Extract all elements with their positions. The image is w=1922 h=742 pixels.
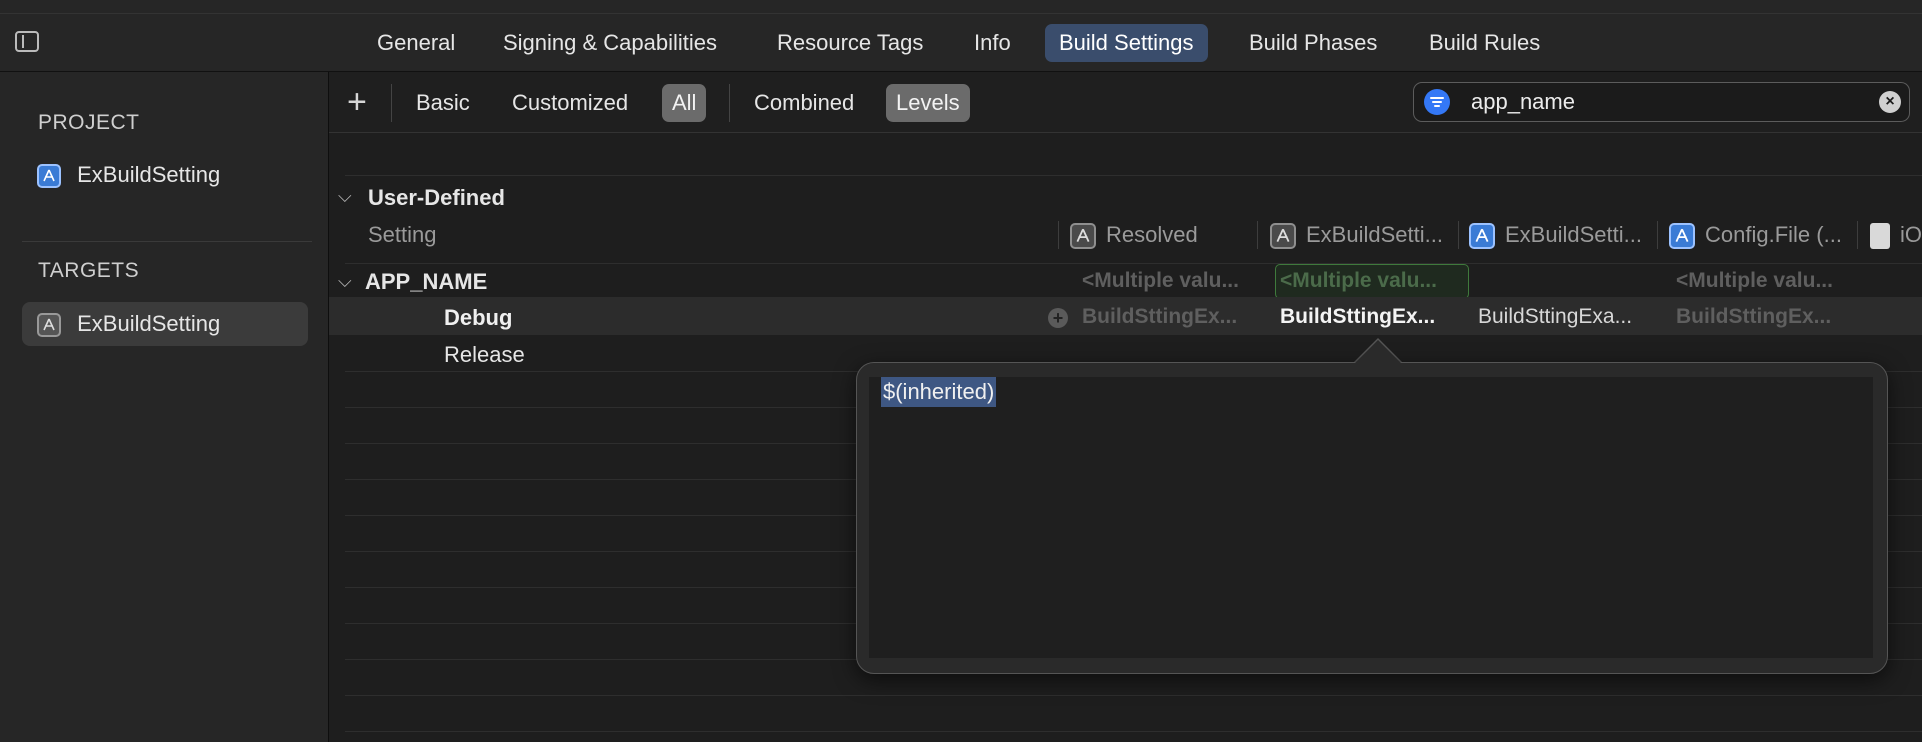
config-debug-label: Debug xyxy=(444,305,513,330)
app-icon xyxy=(37,164,61,189)
sidebar-item-label: ExBuildSetting xyxy=(77,162,221,187)
add-setting-button[interactable]: + xyxy=(347,80,367,124)
tab-signing-capabilities[interactable]: Signing & Capabilities xyxy=(489,24,731,62)
column-label: ExBuildSetti... xyxy=(1505,222,1642,247)
file-icon xyxy=(1870,223,1890,250)
app-icon xyxy=(37,313,61,338)
tab-general[interactable]: General xyxy=(363,24,469,62)
selected-value-text[interactable]: $(inherited) xyxy=(881,377,997,407)
debug-target-value[interactable]: BuildSttingEx... xyxy=(1280,305,1435,329)
filter-combined[interactable]: Combined xyxy=(744,84,864,122)
target-value[interactable]: <Multiple valu... xyxy=(1280,269,1437,293)
column-setting[interactable]: Setting xyxy=(368,222,437,248)
popover-arrow-fill xyxy=(1354,340,1402,364)
column-config-file[interactable]: Config.File (... xyxy=(1669,222,1842,250)
top-divider xyxy=(0,13,1922,14)
row-divider xyxy=(345,731,1922,732)
column-target[interactable]: ExBuildSetti... xyxy=(1270,222,1443,250)
clear-search-icon[interactable]: × xyxy=(1879,91,1901,113)
targets-section-title: TARGETS xyxy=(38,259,140,282)
column-label: ExBuildSetti... xyxy=(1306,222,1443,247)
tab-build-phases[interactable]: Build Phases xyxy=(1235,24,1391,62)
column-resolved[interactable]: Resolved xyxy=(1070,222,1198,250)
filter-levels[interactable]: Levels xyxy=(886,84,970,122)
tab-info[interactable]: Info xyxy=(960,24,1025,62)
column-separator xyxy=(1657,221,1658,249)
column-label: Resolved xyxy=(1106,222,1198,247)
debug-project-value[interactable]: BuildSttingExa... xyxy=(1478,305,1632,329)
debug-resolved-value: BuildSttingEx... xyxy=(1082,305,1238,328)
config-value[interactable]: <Multiple valu... xyxy=(1676,269,1833,293)
tab-build-settings[interactable]: Build Settings xyxy=(1045,24,1208,62)
filter-customized[interactable]: Customized xyxy=(502,84,638,122)
setting-name[interactable]: APP_NAME xyxy=(365,269,487,295)
chevron-down-icon[interactable]: ⌵ xyxy=(338,271,352,292)
filter-icon xyxy=(1424,89,1450,115)
filter-basic[interactable]: Basic xyxy=(406,84,480,122)
filter-separator xyxy=(391,84,392,122)
sidebar-item-label: ExBuildSetting xyxy=(77,311,221,336)
column-separator xyxy=(1257,221,1258,249)
debug-config-value[interactable]: BuildSttingEx... xyxy=(1676,305,1831,329)
sidebar-divider xyxy=(22,241,312,242)
sidebar-item-project[interactable]: ExBuildSetting xyxy=(22,153,308,197)
column-project[interactable]: ExBuildSetti... xyxy=(1469,222,1642,250)
value-editor-textarea[interactable] xyxy=(869,377,1873,658)
sidebar-toggle-icon[interactable] xyxy=(15,31,39,52)
column-separator xyxy=(1058,221,1059,249)
add-condition-icon[interactable]: + xyxy=(1048,308,1068,328)
column-separator xyxy=(1458,221,1459,249)
search-input[interactable]: app_name xyxy=(1471,83,1575,121)
section-title: User-Defined xyxy=(368,185,505,210)
app-icon xyxy=(1270,223,1296,250)
tab-build-rules[interactable]: Build Rules xyxy=(1415,24,1554,62)
row-divider xyxy=(345,263,1922,264)
filter-all[interactable]: All xyxy=(662,84,707,122)
config-release-label[interactable]: Release xyxy=(444,342,525,368)
column-separator xyxy=(1857,221,1858,249)
app-icon xyxy=(1070,223,1096,250)
app-icon xyxy=(1469,223,1495,250)
column-ios[interactable]: iO xyxy=(1870,222,1922,250)
search-field[interactable]: app_name × xyxy=(1413,82,1910,122)
filter-separator xyxy=(729,84,730,122)
resolved-value: <Multiple valu... xyxy=(1082,269,1239,292)
row-divider xyxy=(345,695,1922,696)
project-section-title: PROJECT xyxy=(38,111,140,134)
column-label: Config.File (... xyxy=(1705,222,1842,247)
app-icon xyxy=(1669,223,1695,250)
sidebar-item-target[interactable]: ExBuildSetting xyxy=(22,302,308,346)
column-label: iO xyxy=(1900,222,1922,247)
chevron-down-icon[interactable]: ⌵ xyxy=(338,186,352,207)
row-divider xyxy=(345,175,1922,176)
tab-resource-tags[interactable]: Resource Tags xyxy=(763,24,937,62)
